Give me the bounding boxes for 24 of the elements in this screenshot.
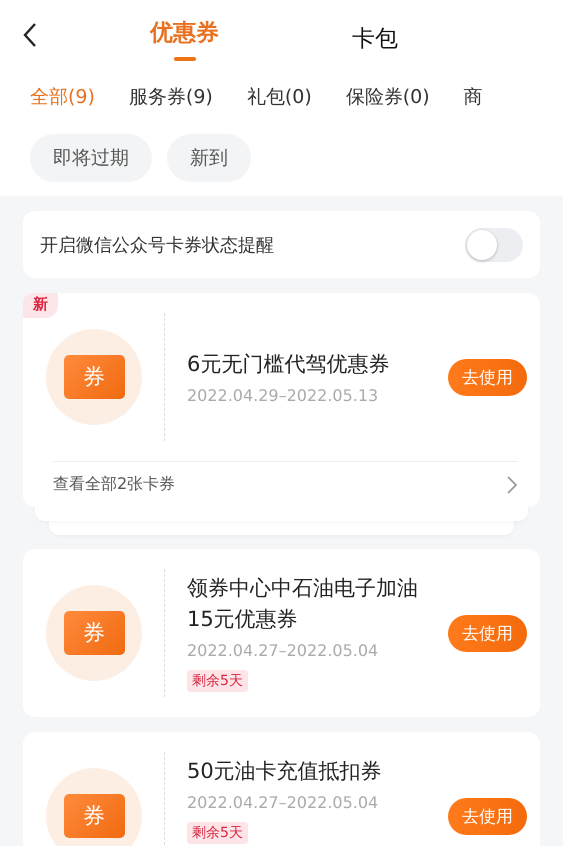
ticket-icon: 券 — [64, 355, 124, 399]
category-tab[interactable]: 服务券(9) — [128, 84, 213, 110]
remaining-tag: 剩余5天 — [187, 670, 248, 692]
coupon-title: 50元油卡充值抵扣券 — [187, 758, 383, 785]
filter-chip[interactable]: 新到 — [167, 134, 251, 182]
header-tab[interactable]: 卡包 — [352, 13, 398, 55]
ticket-icon: 券 — [64, 611, 124, 655]
coupon-dates: 2022.04.27–2022.05.04 — [187, 793, 380, 812]
coupon-title: 领券中心中石油电子加油15元优惠券 — [187, 575, 419, 633]
toggle-switch[interactable] — [465, 228, 523, 262]
coupon-dates: 2022.04.29–2022.05.13 — [187, 386, 380, 405]
category-tab[interactable]: 保险券(0) — [346, 84, 430, 110]
ticket-icon: 券 — [64, 794, 124, 838]
new-badge: 新 — [23, 293, 58, 318]
coupon-title: 6元无门槛代驾优惠券 — [187, 351, 390, 378]
chevron-right-icon — [506, 474, 518, 494]
remaining-tag: 剩余5天 — [187, 822, 248, 844]
active-tab-indicator — [174, 57, 196, 61]
coupon-dates: 2022.04.27–2022.05.04 — [187, 641, 380, 660]
filter-chip[interactable]: 即将过期 — [30, 134, 152, 182]
category-tab[interactable]: 商 — [464, 84, 483, 110]
category-tab[interactable]: 礼包(0) — [246, 84, 312, 110]
back-icon — [22, 22, 38, 48]
notice-label: 开启微信公众号卡券状态提醒 — [40, 234, 274, 256]
